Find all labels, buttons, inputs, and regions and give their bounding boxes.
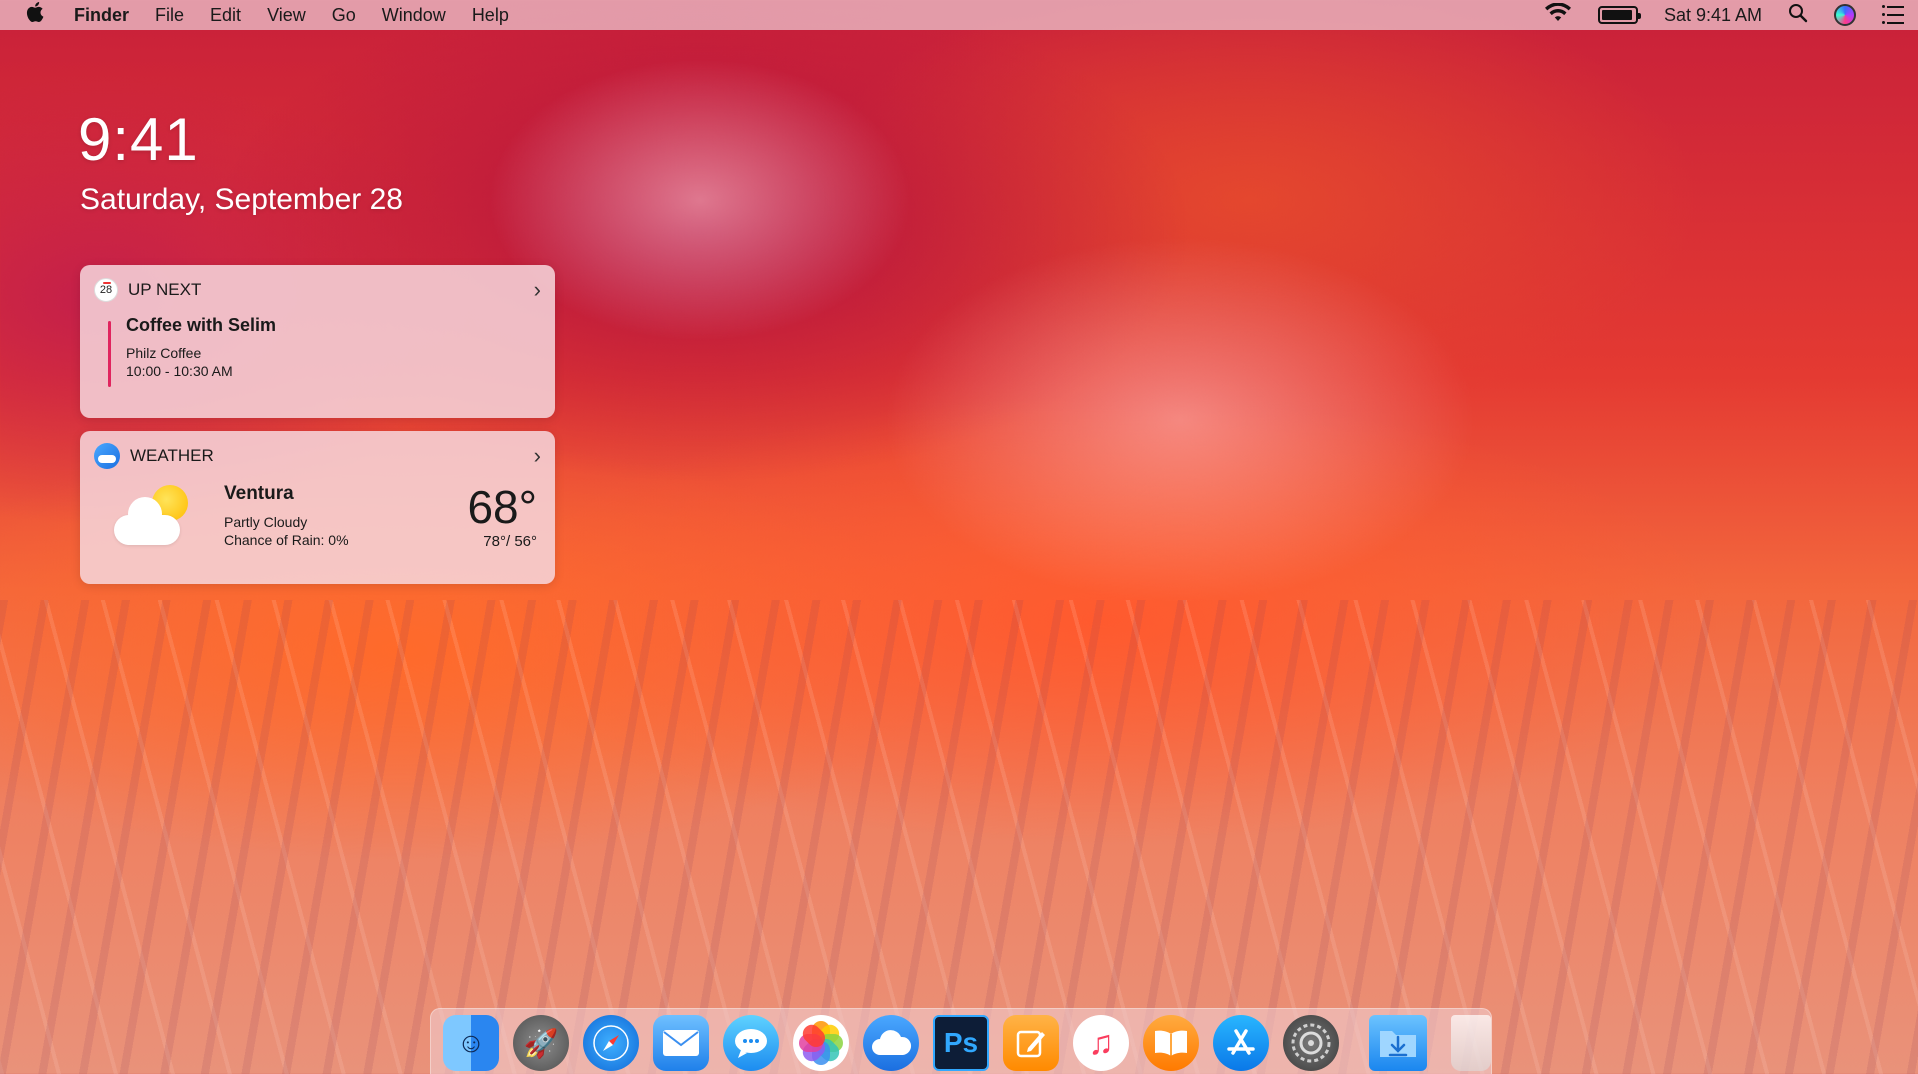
launchpad-icon[interactable]: 🚀: [513, 1015, 569, 1071]
weather-temperature: 68°: [467, 480, 537, 533]
menu-app-name[interactable]: Finder: [74, 5, 129, 26]
wallpaper-terrain: [0, 600, 1918, 1074]
books-icon[interactable]: [1143, 1015, 1199, 1071]
weather-body: Ventura Partly Cloudy Chance of Rain: 0%…: [80, 481, 555, 551]
weather-app-icon: [94, 443, 120, 469]
event-location: Philz Coffee: [126, 345, 202, 361]
mail-icon[interactable]: [653, 1015, 709, 1071]
weather-widget[interactable]: WEATHER › Ventura Partly Cloudy Chance o…: [80, 431, 555, 584]
weather-info: Ventura Partly Cloudy Chance of Rain: 0%: [224, 483, 467, 549]
icloud-icon[interactable]: [863, 1015, 919, 1071]
system-preferences-icon[interactable]: [1283, 1015, 1339, 1071]
notification-center-icon[interactable]: [1882, 5, 1904, 24]
event-item[interactable]: Coffee with Selim Philz Coffee 10:00 - 1…: [108, 315, 555, 387]
weather-header[interactable]: WEATHER ›: [80, 431, 555, 481]
apple-logo-icon[interactable]: [26, 1, 48, 29]
photoshop-icon[interactable]: Ps: [933, 1015, 989, 1071]
weather-condition: Partly Cloudy: [224, 514, 308, 530]
upnext-header[interactable]: 28 UP NEXT ›: [80, 265, 555, 315]
weather-temps: 68° 78°/ 56°: [467, 483, 537, 550]
lock-date: Saturday, September 28: [80, 183, 403, 216]
downloads-folder-icon[interactable]: [1369, 1015, 1427, 1071]
messages-icon[interactable]: [723, 1015, 779, 1071]
menu-help[interactable]: Help: [472, 5, 509, 26]
weather-city: Ventura: [224, 483, 294, 504]
finder-icon[interactable]: ☺: [443, 1015, 499, 1071]
menu-bar-right: Sat 9:41 AM: [1518, 1, 1904, 28]
chevron-right-icon[interactable]: ›: [534, 443, 541, 469]
partly-cloudy-icon: [114, 481, 194, 551]
weather-range: 78°/ 56°: [483, 532, 537, 550]
pages-icon[interactable]: [1003, 1015, 1059, 1071]
upnext-title: UP NEXT: [128, 280, 202, 299]
dock: ☺ 🚀 Ps ♫: [430, 1008, 1492, 1074]
chevron-right-icon[interactable]: ›: [534, 277, 541, 303]
wifi-icon[interactable]: [1544, 1, 1572, 28]
photos-icon[interactable]: [793, 1015, 849, 1071]
weather-title: WEATHER: [130, 446, 214, 465]
event-color-bar: [108, 321, 111, 387]
menu-file[interactable]: File: [155, 5, 184, 26]
battery-icon[interactable]: [1597, 6, 1641, 24]
calendar-icon: 28: [94, 278, 118, 302]
menu-bar-left: Finder File Edit View Go Window Help: [26, 1, 535, 29]
safari-icon[interactable]: [583, 1015, 639, 1071]
upnext-widget[interactable]: 28 UP NEXT › Coffee with Selim Philz Cof…: [80, 265, 555, 418]
weather-rain-chance: Chance of Rain: 0%: [224, 532, 349, 548]
music-icon[interactable]: ♫: [1073, 1015, 1129, 1071]
menu-view[interactable]: View: [267, 5, 306, 26]
menu-bar: Finder File Edit View Go Window Help Sat…: [0, 0, 1918, 30]
menu-edit[interactable]: Edit: [210, 5, 241, 26]
lock-time: 9:41: [78, 106, 199, 173]
app-store-icon[interactable]: [1213, 1015, 1269, 1071]
menu-clock[interactable]: Sat 9:41 AM: [1664, 5, 1762, 26]
search-icon[interactable]: [1788, 3, 1808, 28]
event-time: 10:00 - 10:30 AM: [126, 363, 233, 379]
menu-go[interactable]: Go: [332, 5, 356, 26]
trash-icon[interactable]: [1451, 1015, 1491, 1071]
menu-window[interactable]: Window: [382, 5, 446, 26]
siri-icon[interactable]: [1834, 4, 1856, 26]
event-title: Coffee with Selim: [126, 315, 277, 335]
